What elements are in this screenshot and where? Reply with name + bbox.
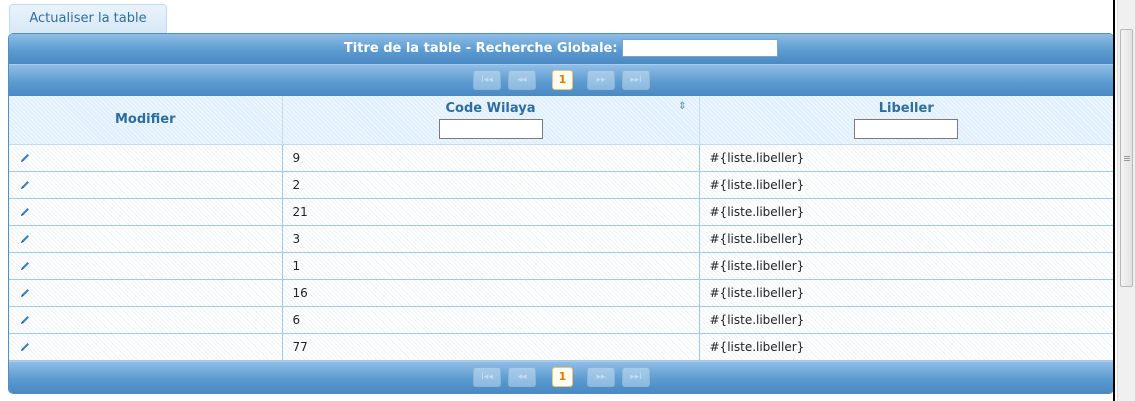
column-header-modifier: Modifier xyxy=(9,96,283,145)
global-search-input[interactable] xyxy=(622,38,779,57)
edit-cell xyxy=(9,170,283,199)
pencil-icon[interactable] xyxy=(19,179,31,191)
data-grid: Modifier Code Wilaya ⇕ Libeller 9 #{liste… xyxy=(9,96,1113,361)
column-title-modifier: Modifier xyxy=(115,111,176,127)
table-row: 2 #{liste.libeller} xyxy=(9,170,1113,199)
pencil-icon[interactable] xyxy=(19,260,31,272)
code-wilaya-cell: 2 xyxy=(281,170,700,199)
libeller-cell: #{liste.libeller} xyxy=(698,332,1113,361)
code-wilaya-cell: 6 xyxy=(281,305,700,334)
pencil-icon[interactable] xyxy=(19,152,31,164)
code-wilaya-cell: 3 xyxy=(281,224,700,253)
last-page-button[interactable]: ▸▸I xyxy=(622,70,650,90)
libeller-cell: #{liste.libeller} xyxy=(698,251,1113,280)
libeller-cell: #{liste.libeller} xyxy=(698,305,1113,334)
page-number-button[interactable]: 1 xyxy=(552,70,573,90)
pencil-icon[interactable] xyxy=(19,233,31,245)
grip-line xyxy=(1124,160,1130,161)
column-header-code-wilaya[interactable]: Code Wilaya ⇕ xyxy=(281,96,700,145)
code-wilaya-cell: 77 xyxy=(281,332,700,361)
table-row: 3 #{liste.libeller} xyxy=(9,224,1113,253)
column-title-code-wilaya[interactable]: Code Wilaya xyxy=(283,100,699,118)
table-row: 77 #{liste.libeller} xyxy=(9,332,1113,361)
code-wilaya-cell: 9 xyxy=(281,143,700,172)
column-header-libeller: Libeller xyxy=(698,96,1113,145)
edit-cell xyxy=(9,224,283,253)
next-page-button[interactable]: ▸▸ xyxy=(587,366,615,387)
grip-line xyxy=(1124,156,1130,157)
pencil-icon[interactable] xyxy=(19,287,31,299)
edit-cell xyxy=(9,251,283,280)
prev-page-button[interactable]: ◂◂ xyxy=(508,366,536,387)
paginator-bottom: I◂◂ ◂◂ 1 ▸▸ ▸▸I xyxy=(9,360,1113,393)
table-row: 6 #{liste.libeller} xyxy=(9,305,1113,334)
table-row: 21 #{liste.libeller} xyxy=(9,197,1113,226)
code-wilaya-cell: 16 xyxy=(281,278,700,307)
window-frame-edge xyxy=(1113,0,1115,401)
table-header: Titre de la table - Recherche Globale: xyxy=(9,34,1113,64)
code-wilaya-filter-input[interactable] xyxy=(438,119,543,140)
vertical-scrollbar[interactable] xyxy=(1117,0,1135,401)
edit-cell xyxy=(9,197,283,226)
code-wilaya-cell: 21 xyxy=(281,197,700,226)
first-page-button[interactable]: I◂◂ xyxy=(473,70,501,90)
libeller-cell: #{liste.libeller} xyxy=(698,224,1113,253)
table-row: 1 #{liste.libeller} xyxy=(9,251,1113,280)
pencil-icon[interactable] xyxy=(19,314,31,326)
libeller-filter-input[interactable] xyxy=(854,119,959,140)
first-page-button[interactable]: I◂◂ xyxy=(473,366,501,387)
sort-icon[interactable]: ⇕ xyxy=(678,102,686,112)
edit-cell xyxy=(9,332,283,361)
column-header-row: Modifier Code Wilaya ⇕ Libeller xyxy=(9,96,1113,145)
table-row: 9 #{liste.libeller} xyxy=(9,143,1113,172)
page-number-button[interactable]: 1 xyxy=(552,366,573,387)
pencil-icon[interactable] xyxy=(19,206,31,218)
table-row: 16 #{liste.libeller} xyxy=(9,278,1113,307)
next-page-button[interactable]: ▸▸ xyxy=(587,70,615,90)
libeller-cell: #{liste.libeller} xyxy=(698,170,1113,199)
paginator-top: I◂◂ ◂◂ 1 ▸▸ ▸▸I xyxy=(9,64,1113,96)
last-page-button[interactable]: ▸▸I xyxy=(622,366,650,387)
grip-line xyxy=(1124,158,1130,159)
code-wilaya-cell: 1 xyxy=(281,251,700,280)
libeller-cell: #{liste.libeller} xyxy=(698,278,1113,307)
edit-cell xyxy=(9,278,283,307)
refresh-table-button[interactable]: Actualiser la table xyxy=(9,4,167,33)
libeller-cell: #{liste.libeller} xyxy=(698,143,1113,172)
table-title: Titre de la table - Recherche Globale: xyxy=(343,41,618,56)
edit-cell xyxy=(9,143,283,172)
prev-page-button[interactable]: ◂◂ xyxy=(508,70,536,90)
data-table: Titre de la table - Recherche Globale: I… xyxy=(8,33,1114,394)
pencil-icon[interactable] xyxy=(19,341,31,353)
edit-cell xyxy=(9,305,283,334)
scrollbar-thumb[interactable] xyxy=(1120,29,1133,287)
column-title-libeller: Libeller xyxy=(878,101,934,117)
libeller-cell: #{liste.libeller} xyxy=(698,197,1113,226)
